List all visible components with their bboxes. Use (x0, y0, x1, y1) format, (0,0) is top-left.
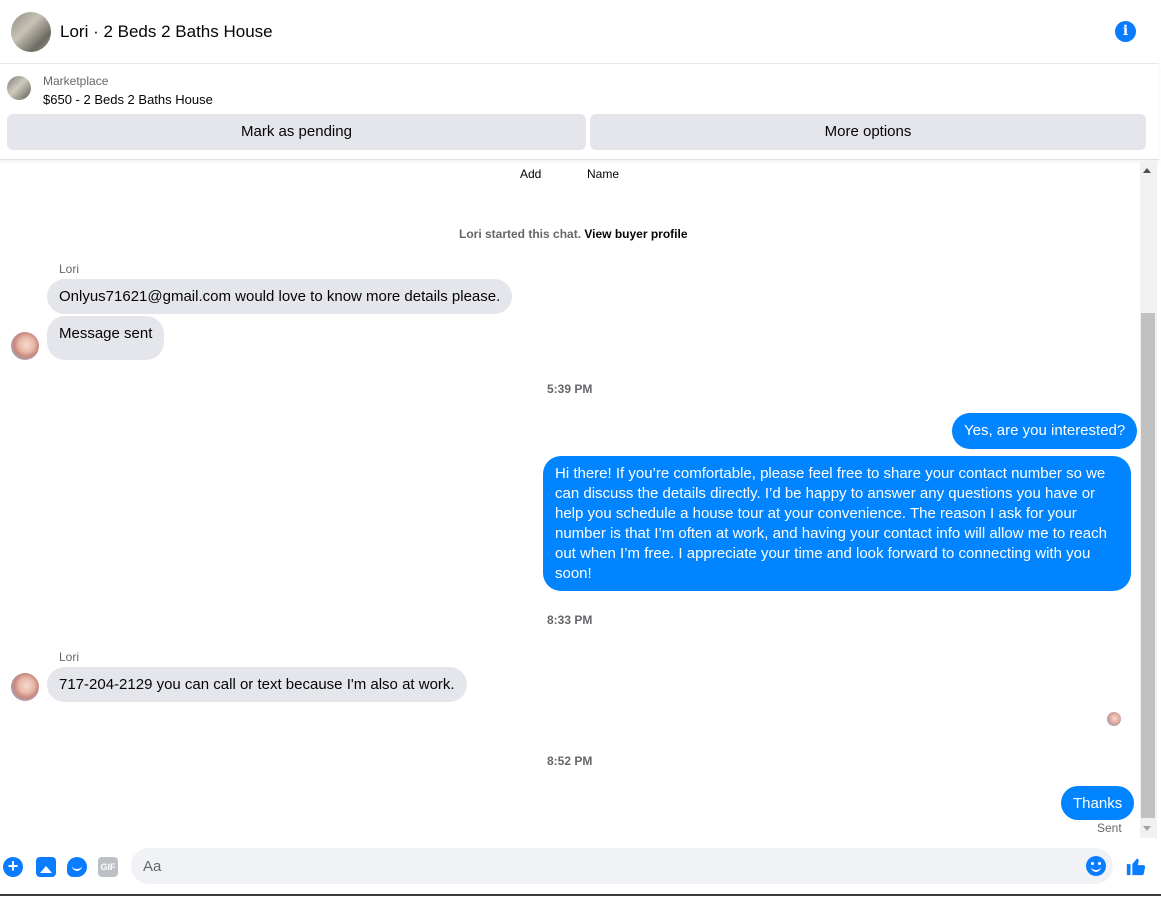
message-input[interactable] (143, 848, 1073, 884)
incoming-message[interactable]: Message sent (47, 316, 165, 360)
chat-started-text: Lori started this chat. (459, 227, 582, 241)
message-timestamp: 5:39 PM (547, 382, 593, 396)
chat-start-notice: Lori started this chat. View buyer profi… (459, 227, 688, 241)
name-link[interactable]: Name (587, 167, 619, 181)
scrollbar-thumb[interactable] (1141, 313, 1155, 818)
sticker-icon[interactable] (67, 857, 87, 877)
photo-icon[interactable] (36, 857, 56, 877)
conversation-header: Lori · 2 Beds 2 Baths House i (0, 0, 1159, 64)
marketplace-label: Marketplace (43, 74, 109, 88)
read-receipt-avatar (1107, 712, 1121, 726)
plus-icon[interactable]: + (3, 857, 23, 877)
message-thread[interactable]: Add Name Lori started this chat. View bu… (0, 161, 1140, 838)
marketplace-listing-bar: Marketplace $650 - 2 Beds 2 Baths House … (0, 64, 1159, 160)
more-options-button[interactable]: More options (590, 114, 1146, 150)
sender-avatar[interactable] (11, 332, 39, 360)
outgoing-message[interactable]: Yes, are you interested? (952, 413, 1138, 449)
window-bottom-border (0, 894, 1161, 896)
scroll-down-arrow-icon[interactable] (1143, 826, 1151, 831)
message-input-container[interactable] (131, 848, 1113, 884)
message-timestamp: 8:33 PM (547, 613, 593, 627)
gif-icon[interactable]: GIF (98, 857, 118, 877)
seller-avatar[interactable] (11, 12, 51, 52)
outgoing-message[interactable]: Hi there! If you’re comfortable, please … (543, 456, 1131, 591)
sender-name: Lori (59, 262, 80, 276)
listing-title[interactable]: $650 - 2 Beds 2 Baths House (43, 92, 213, 107)
info-icon[interactable]: i (1115, 21, 1136, 42)
thumbs-up-icon[interactable] (1125, 855, 1147, 877)
message-timestamp: 8:52 PM (547, 754, 593, 768)
listing-thumbnail[interactable] (7, 76, 31, 100)
conversation-title[interactable]: Lori · 2 Beds 2 Baths House (60, 22, 273, 42)
sender-name: Lori (59, 650, 80, 664)
sender-avatar[interactable] (11, 673, 39, 701)
message-composer: + GIF (0, 838, 1161, 896)
emoji-icon[interactable] (1086, 856, 1106, 876)
incoming-message[interactable]: 717-204-2129 you can call or text becaus… (47, 667, 467, 702)
view-buyer-profile-link[interactable]: View buyer profile (584, 227, 687, 241)
mark-as-pending-button[interactable]: Mark as pending (7, 114, 586, 150)
message-status: Sent (1097, 821, 1122, 835)
outgoing-message[interactable]: Thanks (1061, 786, 1135, 820)
scroll-up-arrow-icon[interactable] (1143, 168, 1151, 173)
incoming-message[interactable]: Onlyus71621@gmail.com would love to know… (47, 279, 513, 314)
add-link[interactable]: Add (520, 167, 541, 181)
